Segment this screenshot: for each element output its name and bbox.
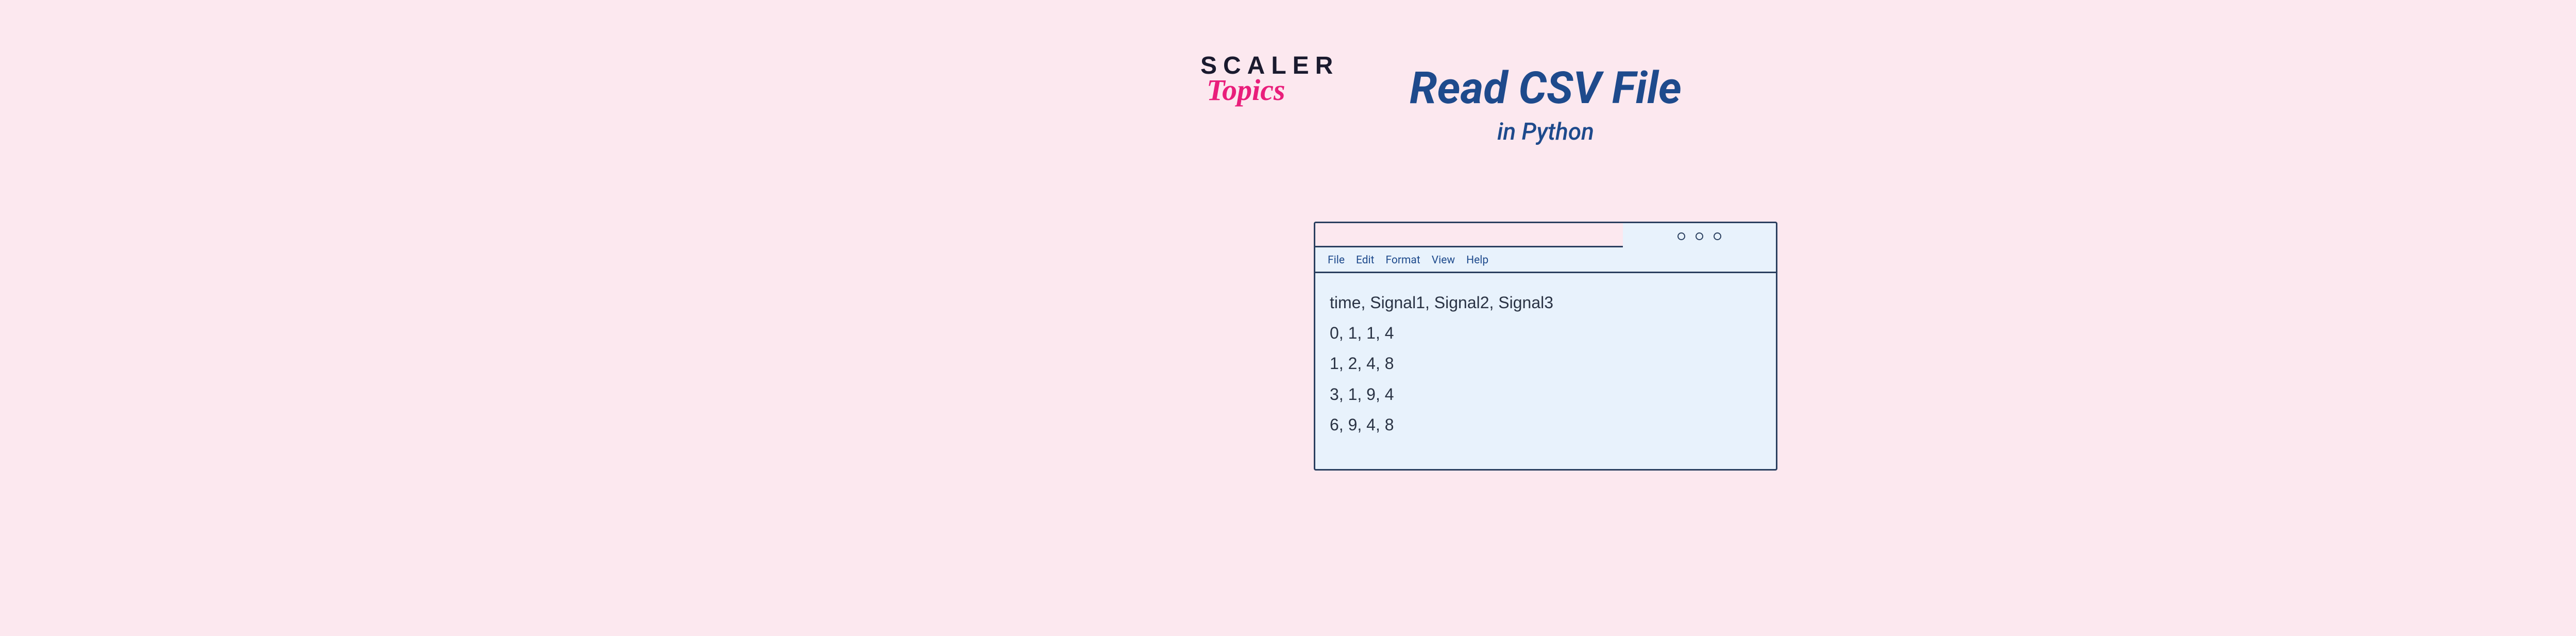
titlebar-tab-cutout [1314,222,1623,247]
menu-help[interactable]: Help [1466,254,1488,266]
csv-line: time, Signal1, Signal2, Signal3 [1330,288,1761,318]
page-container: SCALER Topics Read CSV File in Python Fi… [1133,0,1958,636]
page-subtitle: in Python [1410,118,1682,146]
menu-format[interactable]: Format [1386,254,1420,266]
window-control-dot-icon[interactable] [1714,232,1721,240]
window-controls [1623,223,1776,249]
title-block: Read CSV File in Python [1410,62,1682,146]
csv-line: 3, 1, 9, 4 [1330,379,1761,410]
csv-line: 6, 9, 4, 8 [1330,410,1761,440]
editor-menubar: File Edit Format View Help [1315,249,1776,273]
editor-frame: File Edit Format View Help time, Signal1… [1314,222,1777,471]
window-control-dot-icon[interactable] [1677,232,1685,240]
editor-content: time, Signal1, Signal2, Signal3 0, 1, 1,… [1315,273,1776,469]
csv-line: 1, 2, 4, 8 [1330,348,1761,379]
menu-view[interactable]: View [1432,254,1455,266]
csv-line: 0, 1, 1, 4 [1330,318,1761,348]
window-titlebar [1315,223,1776,249]
brand-logo: SCALER Topics [1200,52,1339,107]
menu-file[interactable]: File [1328,254,1345,266]
menu-edit[interactable]: Edit [1356,254,1375,266]
window-control-dot-icon[interactable] [1696,232,1703,240]
editor-window: File Edit Format View Help time, Signal1… [1314,222,1777,471]
page-title: Read CSV File [1410,62,1682,114]
